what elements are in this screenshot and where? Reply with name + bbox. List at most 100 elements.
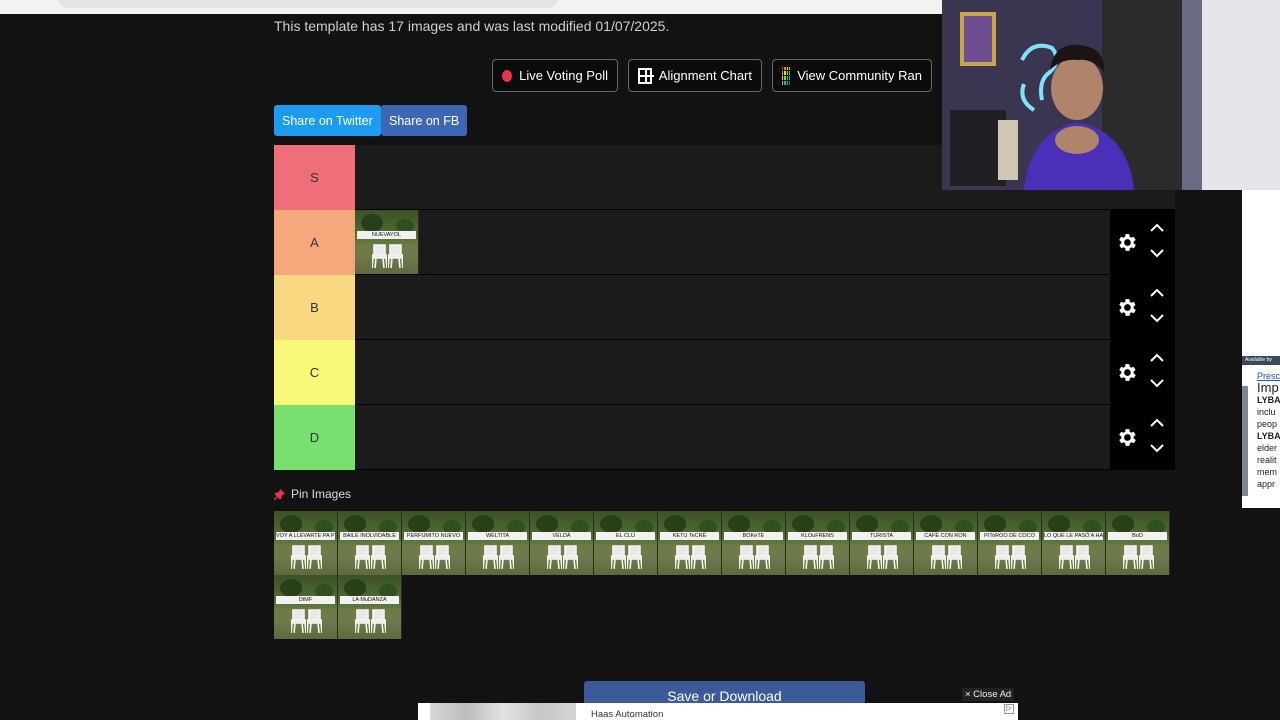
- tier-image-card[interactable]: KLOuFRENS: [786, 511, 850, 575]
- tier-image-card[interactable]: CAFÉ CON RON: [914, 511, 978, 575]
- image-caption: VOY A LLEVARTE PA PR: [276, 532, 335, 540]
- tier-image-card[interactable]: TURISTA: [850, 511, 914, 575]
- record-dot-icon: [502, 69, 513, 82]
- chevron-down-icon[interactable]: [1149, 377, 1165, 389]
- share-fb-button[interactable]: Share on FB: [381, 105, 468, 136]
- tier-row: C: [274, 340, 1175, 405]
- browser-strip: [0, 0, 942, 14]
- chair-icon: [626, 545, 643, 570]
- tier-image-card[interactable]: NUEVAYOL: [355, 210, 419, 274]
- side-ad-line: LYBA: [1257, 395, 1280, 405]
- template-info-text: This template has 17 images and was last…: [274, 18, 670, 34]
- tier-label[interactable]: A: [274, 210, 355, 275]
- chair-icon: [1074, 545, 1091, 570]
- side-ad-text: Presc Imp LYBA inclu peop LYBA elder rea…: [1257, 370, 1280, 490]
- chevron-up-icon[interactable]: [1149, 222, 1165, 234]
- foliage: [361, 214, 383, 232]
- tier-row: D: [274, 405, 1175, 470]
- tier-label[interactable]: C: [274, 340, 355, 405]
- chair-icon: [370, 609, 387, 634]
- chair-icon: [1122, 545, 1139, 570]
- tier-image-card[interactable]: BAILE INOLVIDABLE: [338, 511, 402, 575]
- tier-image-card[interactable]: PERFUMITO NUEVO: [402, 511, 466, 575]
- close-ad-button[interactable]: × Close Ad: [962, 688, 1015, 701]
- gear-icon[interactable]: [1115, 426, 1138, 449]
- tier-dropzone[interactable]: [355, 275, 1175, 339]
- share-twitter-button[interactable]: Share on Twitter: [274, 105, 381, 136]
- live-voting-poll-label: Live Voting Poll: [519, 68, 608, 83]
- tier-controls: [1110, 275, 1175, 339]
- tier-label[interactable]: B: [274, 275, 355, 340]
- tier-image-card[interactable]: PIToROO DE COCO: [978, 511, 1042, 575]
- bottom-ad-banner[interactable]: Haas Automation ▷: [418, 703, 1018, 720]
- chair-icon: [418, 545, 435, 570]
- image-caption: KLOuFRENS: [788, 532, 847, 540]
- image-caption: LA MuDANZA: [340, 596, 399, 604]
- bottom-ad-text: Haas Automation: [591, 709, 664, 720]
- gear-icon[interactable]: [1115, 231, 1138, 254]
- view-community-rank-button[interactable]: View Community Ran: [772, 59, 932, 92]
- foliage: [344, 515, 366, 533]
- tier-image-card[interactable]: KETU TeCRÉ: [658, 511, 722, 575]
- chair-icon: [610, 545, 627, 570]
- webcam-overlay: [942, 0, 1280, 190]
- address-bar[interactable]: [58, 0, 558, 8]
- action-buttons: Live Voting Poll Alignment Chart View Co…: [492, 59, 932, 92]
- gear-icon[interactable]: [1115, 361, 1138, 384]
- tier-image-card[interactable]: WELTITA: [466, 511, 530, 575]
- chair-icon: [387, 244, 404, 269]
- ad-choices-icon[interactable]: ▷: [1004, 704, 1014, 714]
- tier-image-card[interactable]: EL CLÚ: [594, 511, 658, 575]
- alignment-chart-label: Alignment Chart: [658, 68, 752, 83]
- image-caption: LO QUE LE PASÓ A HAWAii: [1044, 532, 1103, 540]
- tier-image-card[interactable]: LA MuDANZA: [338, 575, 402, 639]
- chevron-down-icon[interactable]: [1149, 247, 1165, 259]
- foliage: [408, 515, 430, 533]
- image-caption: EL CLÚ: [596, 532, 655, 540]
- color-grid-icon: [782, 66, 791, 85]
- image-caption: DtMF: [276, 596, 335, 604]
- chevron-up-icon[interactable]: [1149, 352, 1165, 364]
- gear-icon[interactable]: [1115, 296, 1138, 319]
- tier-dropzone[interactable]: NUEVAYOL: [355, 210, 1175, 274]
- foliage: [280, 515, 302, 533]
- chevron-down-icon[interactable]: [1149, 442, 1165, 454]
- chair-icon: [882, 545, 899, 570]
- tier-label[interactable]: S: [274, 145, 355, 210]
- chevron-up-icon[interactable]: [1149, 287, 1165, 299]
- live-voting-poll-button[interactable]: Live Voting Poll: [492, 59, 618, 92]
- foliage: [344, 579, 366, 597]
- tier-image-card[interactable]: LO QUE LE PASÓ A HAWAii: [1042, 511, 1106, 575]
- tier-label[interactable]: D: [274, 405, 355, 470]
- chevron-up-icon[interactable]: [1149, 417, 1165, 429]
- chevron-down-icon[interactable]: [1149, 312, 1165, 324]
- tier-image-card[interactable]: VELDÁ: [530, 511, 594, 575]
- ad-image: [430, 703, 576, 720]
- tier-dropzone[interactable]: [355, 405, 1175, 469]
- tier-image-card[interactable]: BoD: [1106, 511, 1170, 575]
- tier-dropzone[interactable]: [355, 340, 1175, 404]
- chair-icon: [434, 545, 451, 570]
- side-ad-line: inclu: [1257, 407, 1276, 417]
- chair-icon: [546, 545, 563, 570]
- foliage: [536, 515, 558, 533]
- image-caption: WELTITA: [468, 532, 527, 540]
- tier-image-card[interactable]: BOKeTE: [722, 511, 786, 575]
- chair-icon: [306, 609, 323, 634]
- image-caption: PERFUMITO NUEVO: [404, 532, 463, 540]
- side-ad-line: peop: [1257, 419, 1278, 429]
- side-ad-line: realit: [1257, 455, 1277, 465]
- pin-images-toggle[interactable]: Pin Images: [274, 487, 351, 501]
- side-ad[interactable]: Available by Presc Imp LYBA inclu peop L…: [1242, 190, 1280, 508]
- chair-icon: [1010, 545, 1027, 570]
- foliage: [984, 515, 1006, 533]
- pushpin-icon: [274, 488, 285, 500]
- chair-icon: [290, 545, 307, 570]
- image-caption: KETU TeCRÉ: [660, 532, 719, 540]
- tier-image-card[interactable]: DtMF: [274, 575, 338, 639]
- webcam-video-icon: [942, 0, 1280, 190]
- alignment-chart-button[interactable]: Alignment Chart: [628, 59, 762, 92]
- tier-list: S A NUEVAYOL B C D: [274, 145, 1175, 470]
- tier-image-card[interactable]: VOY A LLEVARTE PA PR: [274, 511, 338, 575]
- chair-icon: [690, 545, 707, 570]
